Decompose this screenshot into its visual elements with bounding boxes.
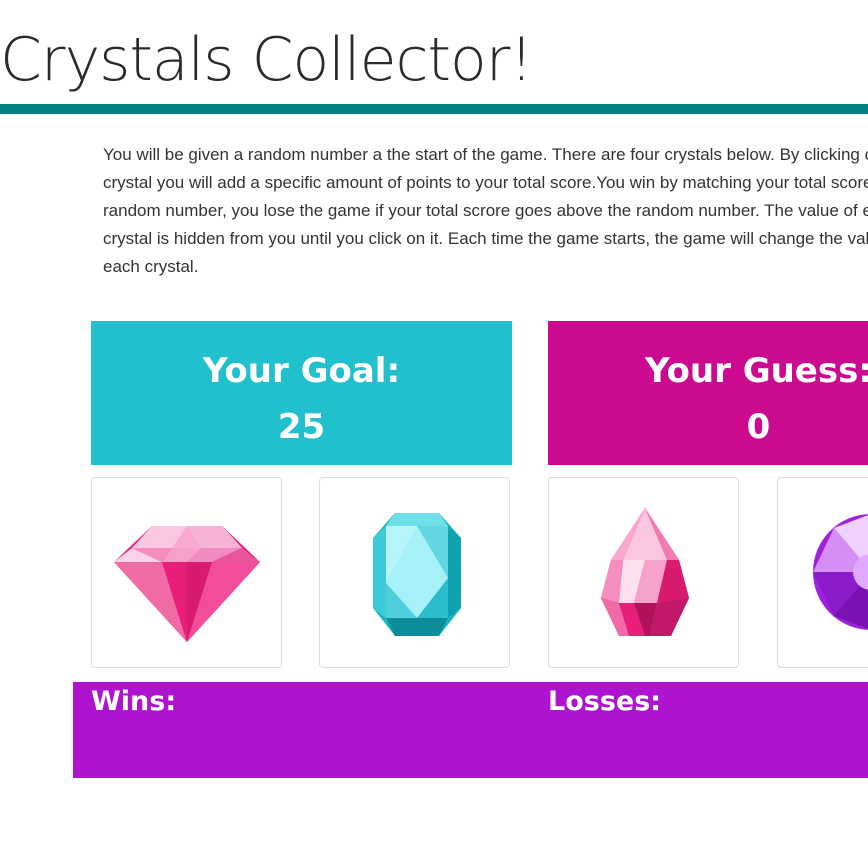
crystal-button-pink-teardrop[interactable] [548, 477, 739, 668]
guess-panel: Your Guess: 0 [548, 321, 868, 465]
page: Crystals Collector! You will be given a … [0, 0, 868, 868]
wins-label: Wins: [91, 686, 177, 717]
goal-label: Your Goal: [202, 351, 401, 391]
guess-label: Your Guess: [645, 351, 868, 391]
pink-teardrop-gem-icon [601, 508, 689, 636]
crystal-button-cyan-gem[interactable] [319, 477, 510, 668]
losses-label: Losses: [548, 686, 662, 717]
goal-value: 25 [277, 407, 326, 447]
guess-value: 0 [746, 407, 771, 447]
cyan-emerald-cut-gem-icon [373, 513, 461, 636]
instructions-text: You will be given a random number a the … [103, 145, 868, 276]
page-title: Crystals Collector! [0, 25, 533, 95]
purple-round-gem-icon [813, 514, 868, 630]
pink-diamond-icon [114, 526, 260, 642]
title-divider [0, 104, 868, 114]
crystal-button-pink-diamond[interactable] [91, 477, 282, 668]
scoreboard: Wins: Losses: [73, 682, 868, 778]
goal-panel: Your Goal: 25 [91, 321, 512, 465]
crystal-button-purple-gem[interactable] [777, 477, 868, 668]
